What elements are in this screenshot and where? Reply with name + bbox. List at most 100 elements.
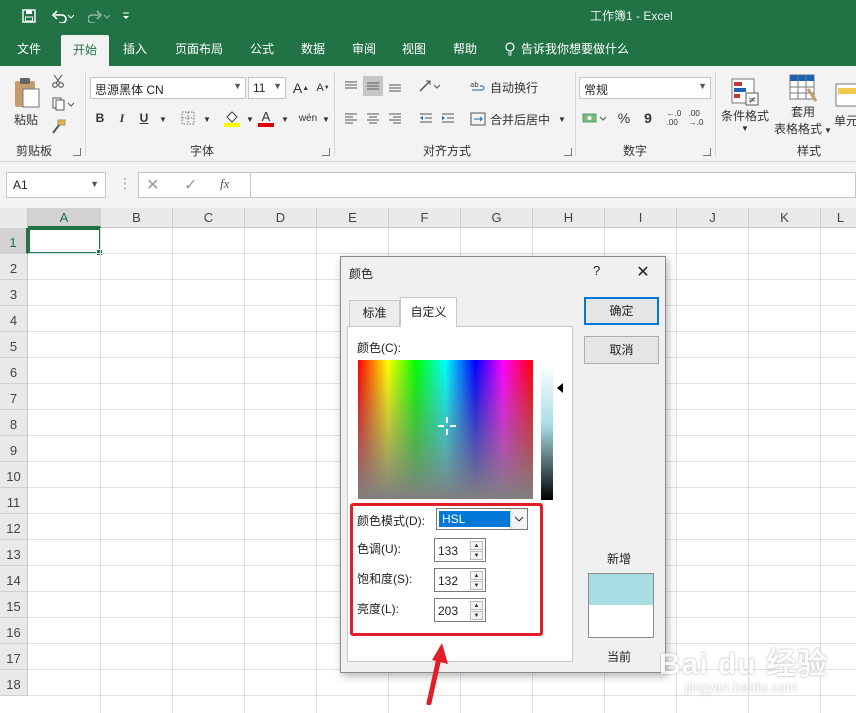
underline-button[interactable]: U [134,108,154,128]
alignment-launcher-icon[interactable] [564,148,572,156]
tab-data[interactable]: 数据 [301,40,325,57]
currency-icon[interactable] [581,108,609,128]
name-box[interactable]: A1 ▼ [6,172,106,198]
grow-font-icon[interactable]: A ▲ [291,78,311,98]
align-center-icon[interactable] [363,108,383,128]
number-launcher-icon[interactable] [703,148,711,156]
row-header[interactable]: 14 [0,566,28,592]
column-header[interactable]: C [173,208,245,228]
wrap-text-button[interactable]: ab 自动换行 [470,76,538,98]
cancel-icon[interactable]: ✕ [146,175,159,195]
column-header[interactable]: B [101,208,173,228]
align-left-icon[interactable] [341,108,361,128]
conditional-formatting-button[interactable]: ≠ 条件格式 ▼ [718,72,772,138]
align-bottom-icon[interactable] [385,76,405,96]
tell-me-search[interactable]: 告诉我你想要做什么 [504,40,629,57]
format-painter-icon[interactable] [48,117,68,137]
row-header[interactable]: 17 [0,644,28,670]
select-all-corner[interactable] [0,208,28,228]
italic-button[interactable]: I [112,108,132,128]
merge-center-button[interactable]: 合并后居中 ▼ [470,108,566,130]
chevron-down-icon[interactable]: ▼ [153,109,173,129]
column-header[interactable]: I [605,208,677,228]
formula-input[interactable] [250,172,856,198]
tab-insert[interactable]: 插入 [123,40,147,57]
tab-standard[interactable]: 标准 [349,300,400,326]
tab-help[interactable]: 帮助 [453,40,477,57]
row-header[interactable]: 16 [0,618,28,644]
format-as-table-button[interactable]: 套用 表格格式 ▼ [772,72,834,138]
row-header[interactable]: 3 [0,280,28,306]
decrease-decimal-icon[interactable]: .00 →.0 [686,108,706,128]
increase-decimal-icon[interactable]: ←.0.00 [664,108,684,128]
row-header[interactable]: 10 [0,462,28,488]
font-launcher-icon[interactable] [322,148,330,156]
redo-icon[interactable] [84,6,114,26]
copy-icon[interactable] [48,94,78,114]
row-header[interactable]: 2 [0,254,28,280]
ok-button[interactable]: 确定 [584,297,659,325]
row-header[interactable]: 11 [0,488,28,514]
undo-icon[interactable] [48,6,78,26]
fill-color-icon[interactable] [222,108,242,128]
chevron-down-icon[interactable]: ▼ [197,109,217,129]
shrink-font-icon[interactable]: A ▼ [313,78,333,98]
column-header[interactable]: G [461,208,533,228]
row-header[interactable]: 1 [0,228,28,254]
chevron-down-icon[interactable]: ▼ [316,109,336,129]
color-spectrum[interactable] [358,360,533,499]
number-format-combo[interactable]: 常规 ▼ [579,77,711,99]
help-icon[interactable]: ? [593,263,600,278]
paste-button[interactable]: 粘贴 [8,72,44,132]
row-header[interactable]: 4 [0,306,28,332]
column-header[interactable]: A [28,208,101,228]
customize-icon[interactable] [118,6,134,26]
font-size-combo[interactable]: 11 ▼ [248,77,286,99]
column-header[interactable]: H [533,208,605,228]
save-icon[interactable] [18,6,40,26]
row-header[interactable]: 7 [0,384,28,410]
cancel-button[interactable]: 取消 [584,336,659,364]
selected-cell[interactable] [28,228,103,256]
font-name-combo[interactable]: 思源黑体 CN ▼ [90,77,246,99]
cell-styles-button[interactable]: 单元 [834,72,856,138]
percent-button[interactable]: % [614,108,634,128]
column-header[interactable]: F [389,208,461,228]
align-right-icon[interactable] [385,108,405,128]
close-icon[interactable]: ✕ [629,259,657,285]
row-header[interactable]: 18 [0,670,28,696]
font-color-icon[interactable]: A [256,108,276,128]
luminance-pointer-icon[interactable] [557,383,563,393]
insert-function-button[interactable]: fx [220,176,229,192]
tab-page-layout[interactable]: 页面布局 [175,40,223,57]
decrease-indent-icon[interactable] [416,108,436,128]
align-middle-icon[interactable] [363,76,383,96]
chevron-down-icon[interactable]: ▼ [275,109,295,129]
row-header[interactable]: 13 [0,540,28,566]
row-header[interactable]: 8 [0,410,28,436]
column-header[interactable]: L [821,208,856,228]
column-header[interactable]: J [677,208,749,228]
row-header[interactable]: 12 [0,514,28,540]
luminance-slider[interactable] [541,364,553,500]
row-header[interactable]: 5 [0,332,28,358]
phonetic-guide-icon[interactable]: wén [298,108,318,128]
enter-icon[interactable]: ✓ [184,175,197,195]
row-header[interactable]: 15 [0,592,28,618]
tab-view[interactable]: 视图 [402,40,426,57]
align-top-icon[interactable] [341,76,361,96]
row-header[interactable]: 6 [0,358,28,384]
tab-formulas[interactable]: 公式 [250,40,274,57]
clipboard-launcher-icon[interactable] [73,148,81,156]
column-header[interactable]: K [749,208,821,228]
tab-file[interactable]: 文件 [17,40,41,57]
border-icon[interactable] [178,108,198,128]
tab-custom[interactable]: 自定义 [400,297,457,327]
tab-review[interactable]: 审阅 [352,40,376,57]
orientation-icon[interactable] [416,76,444,96]
comma-style-button[interactable]: 9 [638,108,658,128]
column-header[interactable]: E [317,208,389,228]
column-header[interactable]: D [245,208,317,228]
tab-home[interactable]: 开始 [61,35,110,66]
row-header[interactable]: 9 [0,436,28,462]
